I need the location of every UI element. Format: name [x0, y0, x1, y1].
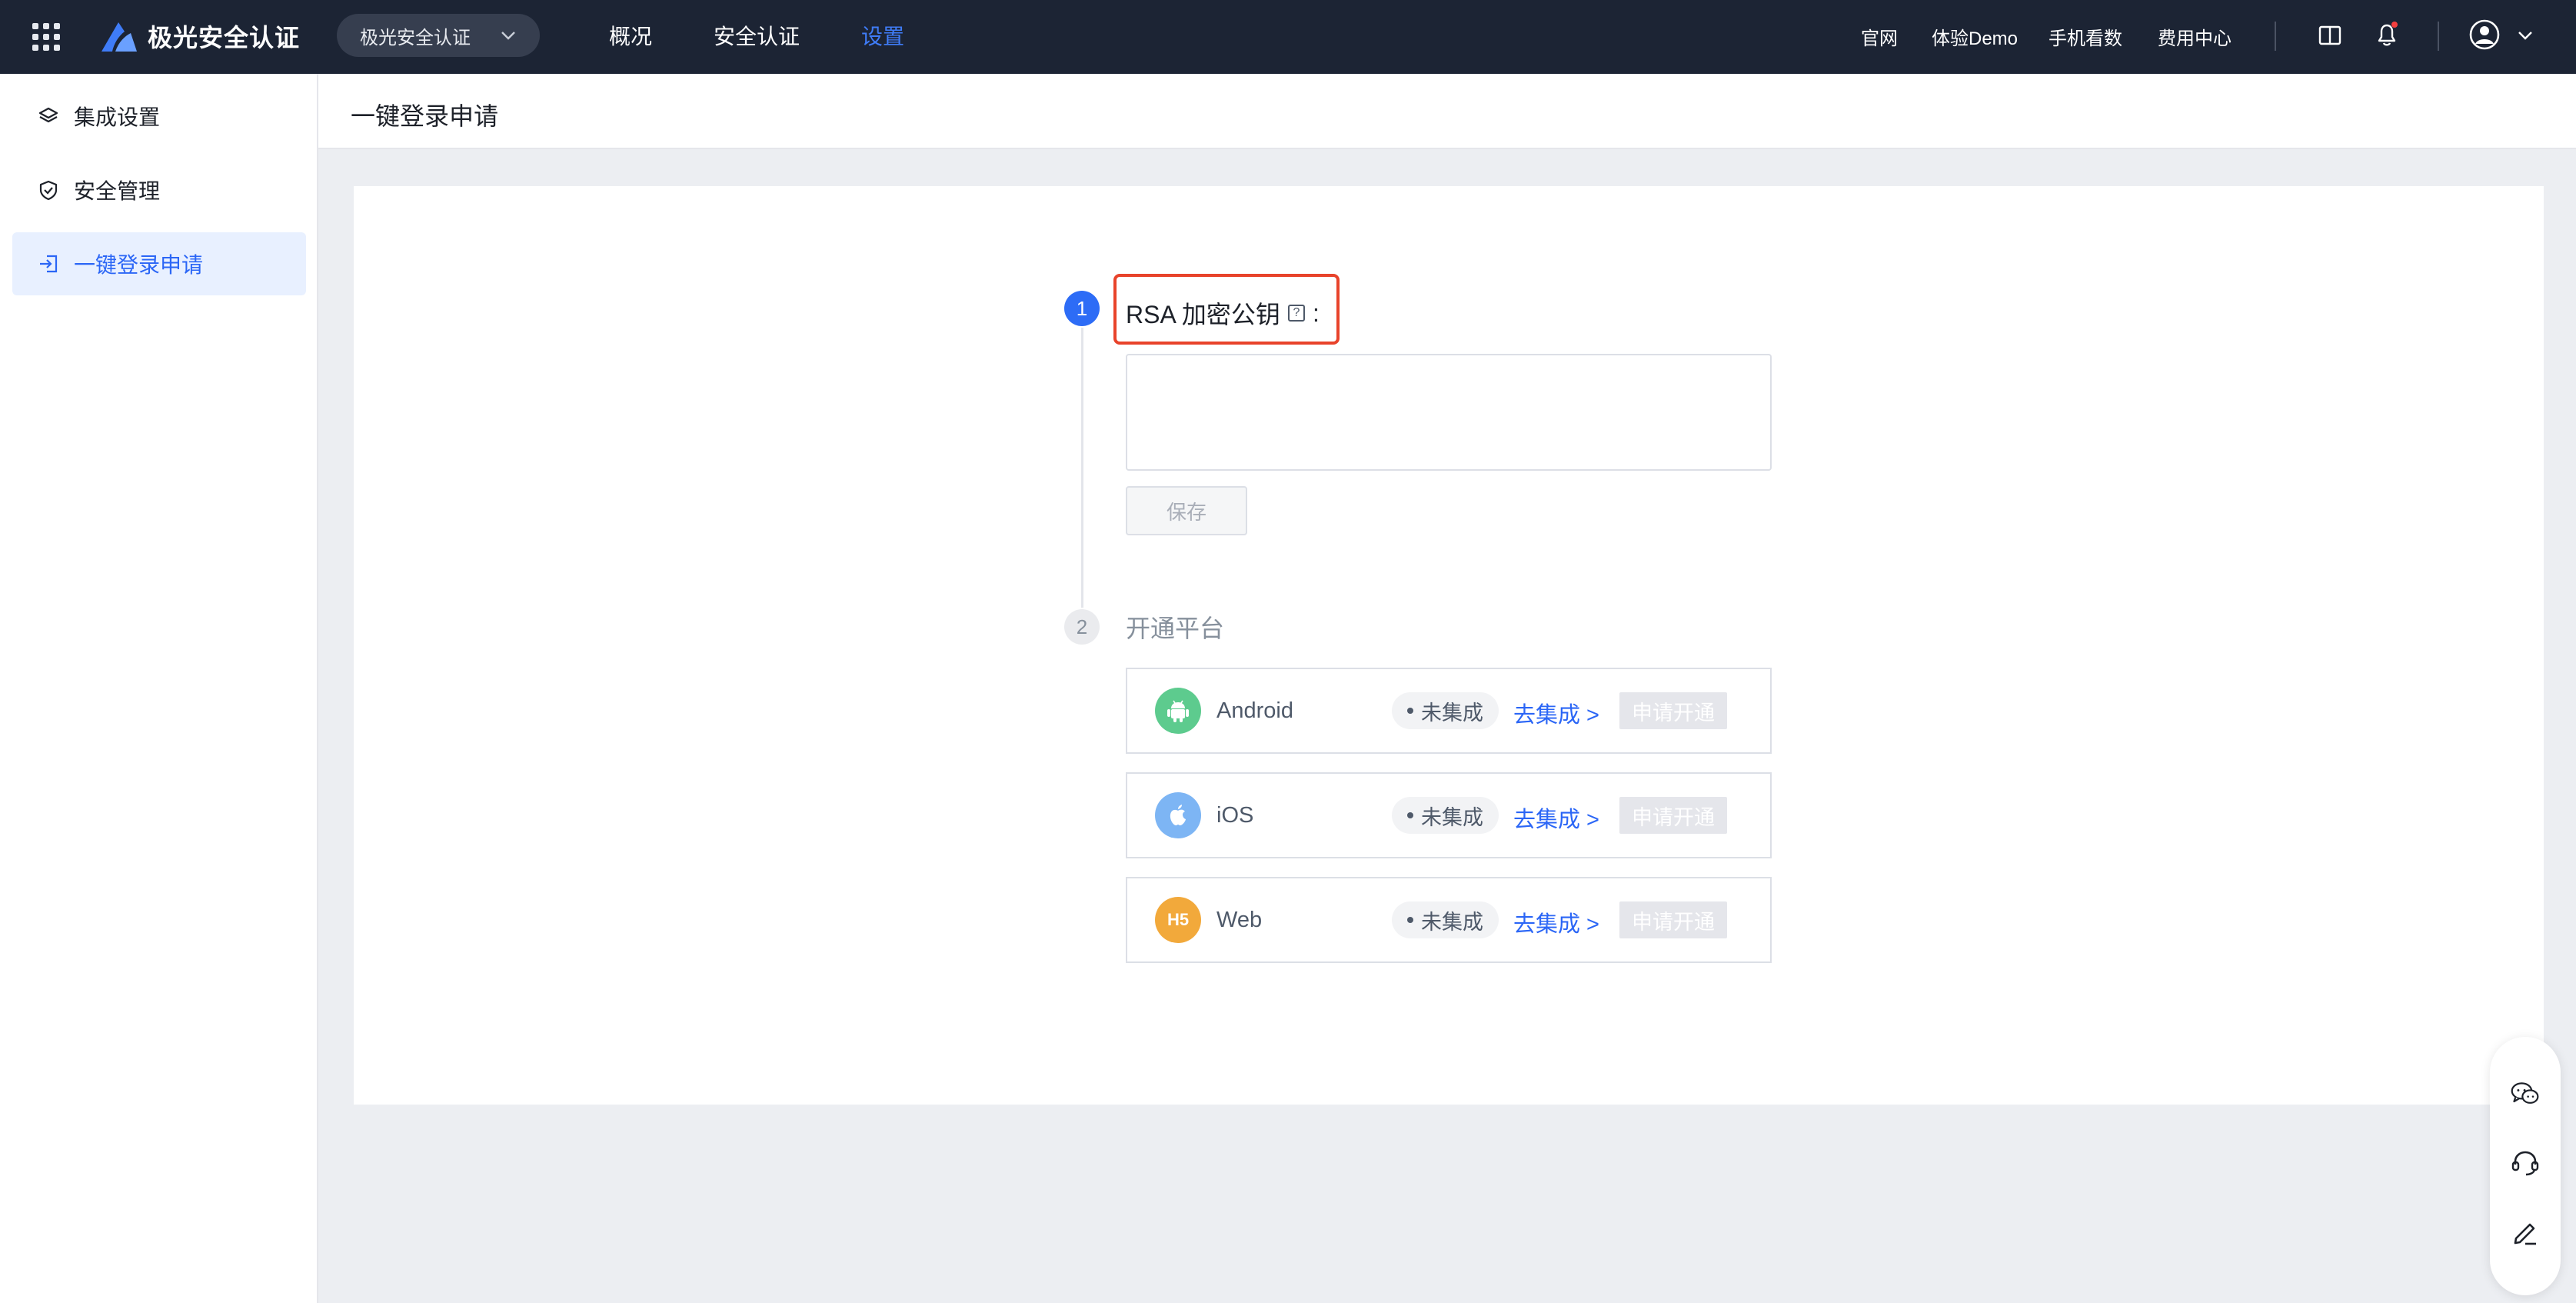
divider: [2438, 22, 2439, 51]
page-title: 一键登录申请: [351, 102, 499, 130]
edit-icon[interactable]: [2510, 1217, 2541, 1248]
login-icon: [37, 252, 60, 275]
status-text: 未集成: [1421, 910, 1483, 934]
status-dot: [1407, 708, 1413, 714]
status-dot: [1407, 917, 1413, 923]
link-billing-center[interactable]: 费用中心: [2158, 23, 2232, 50]
layers-icon: [37, 105, 60, 128]
headset-icon[interactable]: [2510, 1148, 2541, 1178]
status-dot: [1407, 812, 1413, 818]
brand-name: 极光安全认证: [148, 24, 301, 52]
product-switcher[interactable]: 极光安全认证: [337, 14, 540, 57]
user-avatar-icon[interactable]: [2468, 18, 2501, 51]
floating-toolbar: [2490, 1037, 2561, 1295]
app-grid-icon[interactable]: [32, 23, 60, 51]
shield-check-icon: [37, 178, 60, 202]
link-mobile-dashboard[interactable]: 手机看数: [2048, 23, 2122, 50]
step-2-indicator: 2: [1064, 609, 1100, 645]
content-card: [354, 186, 2544, 1105]
sidebar-item-security-management[interactable]: 安全管理: [12, 158, 306, 222]
label-colon: :: [1312, 298, 1320, 327]
rsa-public-key-label: RSA 加密公钥 ? :: [1126, 295, 1320, 331]
platform-name: iOS: [1216, 803, 1254, 828]
step-1-indicator: 1: [1064, 291, 1100, 326]
rsa-public-key-input[interactable]: [1126, 354, 1772, 471]
step-connector-line: [1081, 328, 1083, 608]
top-navigation-bar: 极光安全认证 极光安全认证 概况 安全认证 设置 官网 体验Demo 手机看数 …: [0, 0, 2576, 74]
brand-logo-icon: [102, 22, 137, 52]
page-header: 一键登录申请: [318, 74, 2576, 149]
sidebar-item-label: 安全管理: [74, 179, 161, 203]
nav-security-auth[interactable]: 安全认证: [714, 20, 800, 51]
brand[interactable]: 极光安全认证: [98, 17, 300, 55]
platform-row-ios: iOS 未集成 去集成 > 申请开通: [1126, 772, 1772, 858]
nav-settings[interactable]: 设置: [861, 20, 904, 51]
h5-icon: H5: [1155, 897, 1201, 943]
divider: [2275, 22, 2276, 51]
save-button[interactable]: 保存: [1126, 486, 1247, 535]
help-icon[interactable]: ?: [1287, 305, 1305, 322]
status-text: 未集成: [1421, 805, 1483, 829]
sidebar-item-one-click-login[interactable]: 一键登录申请: [12, 232, 306, 295]
product-switcher-label: 极光安全认证: [360, 27, 471, 48]
go-integrate-link[interactable]: 去集成 >: [1513, 801, 1599, 834]
apply-button[interactable]: 申请开通: [1619, 901, 1727, 938]
sidebar-item-label: 一键登录申请: [74, 253, 204, 277]
nav-overview[interactable]: 概况: [609, 20, 652, 51]
platform-row-web: H5 Web 未集成 去集成 > 申请开通: [1126, 877, 1772, 963]
go-integrate-link[interactable]: 去集成 >: [1513, 906, 1599, 938]
status-badge: 未集成: [1392, 692, 1499, 729]
book-icon[interactable]: [2318, 23, 2342, 48]
sidebar-item-integration-settings[interactable]: 集成设置: [12, 85, 306, 148]
sidebar-item-label: 集成设置: [74, 105, 161, 129]
chevron-down-icon[interactable]: [2516, 28, 2534, 43]
apple-icon: [1155, 792, 1201, 838]
link-demo[interactable]: 体验Demo: [1932, 23, 2018, 50]
apply-button[interactable]: 申请开通: [1619, 692, 1727, 729]
android-icon: [1155, 688, 1201, 734]
status-badge: 未集成: [1392, 797, 1499, 834]
platform-name: Android: [1216, 698, 1293, 723]
wechat-icon[interactable]: [2510, 1078, 2541, 1109]
sidebar: 集成设置 安全管理 一键登录申请: [0, 74, 318, 1303]
rsa-label-text: RSA 加密公钥: [1126, 301, 1280, 328]
status-text: 未集成: [1421, 701, 1483, 725]
notification-dot: [2391, 22, 2398, 28]
status-badge: 未集成: [1392, 901, 1499, 938]
link-official-site[interactable]: 官网: [1861, 23, 1898, 50]
enable-platform-label: 开通平台: [1126, 615, 1225, 642]
apply-button[interactable]: 申请开通: [1619, 797, 1727, 834]
platform-row-android: Android 未集成 去集成 > 申请开通: [1126, 668, 1772, 754]
go-integrate-link[interactable]: 去集成 >: [1513, 697, 1599, 729]
platform-name: Web: [1216, 908, 1263, 932]
chevron-down-icon: [501, 32, 515, 40]
